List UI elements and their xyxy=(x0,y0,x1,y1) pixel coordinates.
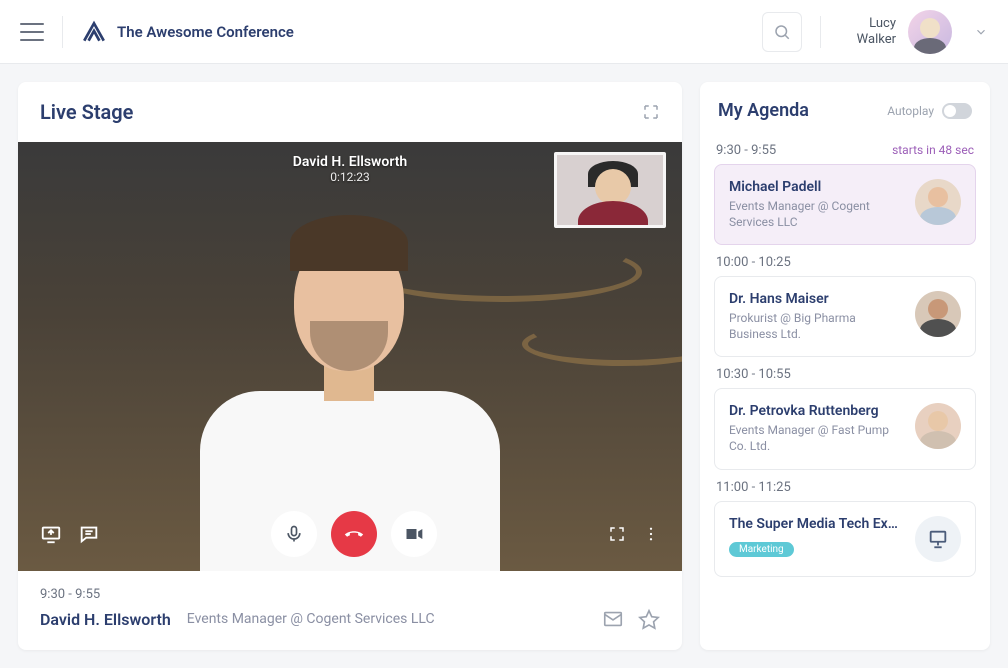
card-name: Dr. Petrovka Ruttenberg xyxy=(729,403,905,419)
divider xyxy=(62,16,63,48)
card-name: The Super Media Tech Experiences xyxy=(729,516,905,532)
slot-time: 11:00 - 11:25 xyxy=(716,480,974,495)
autoplay-toggle[interactable]: Autoplay xyxy=(887,103,972,119)
search-icon xyxy=(773,23,791,41)
chevron-down-icon[interactable] xyxy=(974,25,988,39)
countdown: starts in 48 sec xyxy=(892,143,974,158)
search-button[interactable] xyxy=(762,12,802,52)
avatar xyxy=(915,403,961,449)
agenda-panel: My Agenda Autoplay 9:30 - 9:55starts in … xyxy=(700,82,990,650)
user-name: Lucy Walker xyxy=(857,16,896,47)
mic-button[interactable] xyxy=(271,511,317,557)
avatar xyxy=(908,10,952,54)
video-stage: David H. Ellsworth 0:12:23 xyxy=(18,142,682,571)
divider xyxy=(820,16,821,48)
card-name: Dr. Hans Maiser xyxy=(729,291,905,307)
screen-share-icon[interactable] xyxy=(40,523,62,545)
stage-footer: 9:30 - 9:55 David H. Ellsworth Events Ma… xyxy=(18,571,682,650)
agenda-card[interactable]: Michael Padell Events Manager @ Cogent Se… xyxy=(714,164,976,245)
slot-time: 9:30 - 9:55starts in 48 sec xyxy=(716,143,974,158)
avatar xyxy=(915,291,961,337)
app-header: The Awesome Conference Lucy Walker xyxy=(0,0,1008,64)
fullscreen-icon[interactable] xyxy=(608,525,626,543)
avatar xyxy=(915,179,961,225)
agenda-card[interactable]: The Super Media Tech Experiences Marketin… xyxy=(714,501,976,577)
app-name: The Awesome Conference xyxy=(117,23,294,41)
toggle-switch[interactable] xyxy=(942,103,972,119)
menu-icon[interactable] xyxy=(20,23,44,41)
presenter-overlay: David H. Ellsworth 0:12:23 xyxy=(293,154,407,184)
card-subtitle: Prokurist @ Big Pharma Business Ltd. xyxy=(729,311,905,342)
expand-icon[interactable] xyxy=(642,103,660,121)
hangup-button[interactable] xyxy=(331,511,377,557)
stage-title: Live Stage xyxy=(40,100,133,124)
star-icon[interactable] xyxy=(638,608,660,630)
logo-icon xyxy=(81,19,107,45)
picture-in-picture[interactable] xyxy=(554,152,666,228)
presenter-title: Events Manager @ Cogent Services LLC xyxy=(187,611,586,627)
card-name: Michael Padell xyxy=(729,179,905,195)
slot-time: 10:00 - 10:25 xyxy=(716,255,974,270)
presenter-name: David H. Ellsworth xyxy=(40,610,171,629)
tag: Marketing xyxy=(729,542,794,557)
agenda-card[interactable]: Dr. Hans Maiser Prokurist @ Big Pharma Bu… xyxy=(714,276,976,357)
agenda-card[interactable]: Dr. Petrovka Ruttenberg Events Manager @ … xyxy=(714,388,976,469)
card-subtitle: Events Manager @ Fast Pump Co. Ltd. xyxy=(729,423,905,454)
more-icon[interactable] xyxy=(642,525,660,543)
logo[interactable]: The Awesome Conference xyxy=(81,19,294,45)
live-stage-panel: Live Stage David H. Ellsworth 0:12:23 xyxy=(18,82,682,650)
slot-time: 10:30 - 10:55 xyxy=(716,367,974,382)
session-time: 9:30 - 9:55 xyxy=(40,587,660,602)
user-menu[interactable]: Lucy Walker xyxy=(857,10,988,54)
chat-icon[interactable] xyxy=(78,523,100,545)
presentation-icon xyxy=(915,516,961,562)
agenda-title: My Agenda xyxy=(718,100,809,121)
camera-button[interactable] xyxy=(391,511,437,557)
mail-icon[interactable] xyxy=(602,608,624,630)
card-subtitle: Events Manager @ Cogent Services LLC xyxy=(729,199,905,230)
